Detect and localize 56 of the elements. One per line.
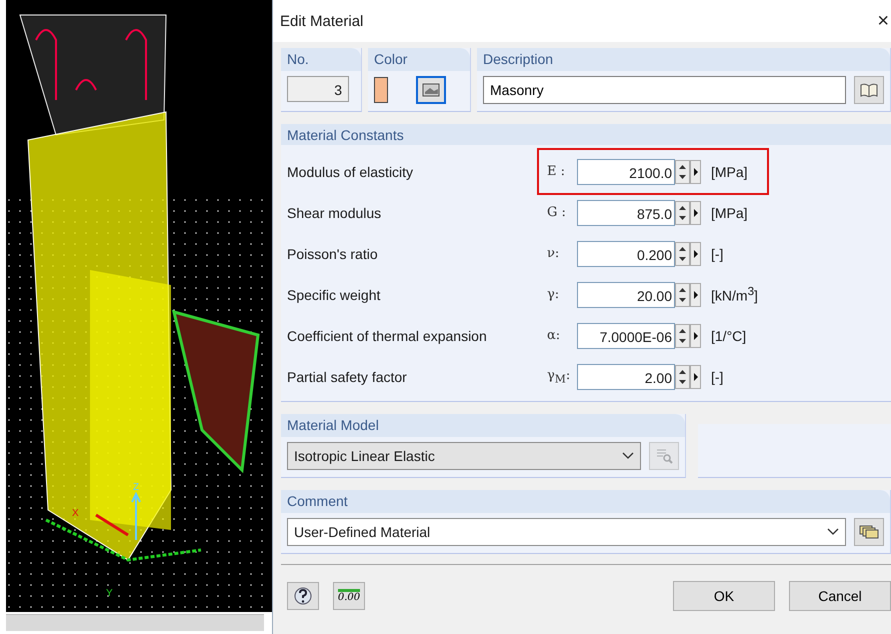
description-field[interactable]: Masonry [483, 76, 846, 104]
color-swatch[interactable] [374, 77, 388, 103]
number-field[interactable]: 3 [287, 76, 349, 102]
magnifier-icon [655, 448, 673, 464]
spin-arrows-icon[interactable] [675, 242, 701, 266]
symbol-label: ν: [547, 246, 560, 261]
unit-label: [-] [710, 246, 724, 262]
value-field[interactable]: 7.0000E-06 [577, 322, 675, 348]
spin-arrows-icon[interactable] [675, 282, 701, 306]
window-title: Edit Material [280, 12, 364, 30]
property-label: Poisson's ratio [286, 246, 379, 262]
section-title: Material Constants [281, 124, 891, 145]
help-button[interactable] [287, 582, 319, 610]
group-label: No. [281, 48, 361, 71]
unit-label: [1/°C] [710, 328, 748, 344]
group-label: Description [477, 48, 890, 71]
units-button[interactable]: 0.00 [333, 582, 365, 610]
library-button[interactable] [854, 76, 884, 104]
comment-dropdown[interactable]: User-Defined Material [287, 518, 846, 546]
book-icon [860, 83, 878, 97]
property-label: Shear modulus [286, 204, 382, 220]
value-field[interactable]: 20.00 [577, 282, 675, 308]
value-field[interactable]: 2100.0 [577, 158, 675, 184]
property-label: Coefficient of thermal expansion [286, 328, 488, 344]
value-field[interactable]: 2.00 [577, 364, 675, 390]
unit-label: [kN/m$^{3}$] [710, 285, 759, 304]
cancel-button[interactable]: Cancel [789, 581, 891, 611]
spin-arrows-icon[interactable] [675, 160, 701, 184]
group-label: Color [368, 48, 470, 71]
spin-arrows-icon[interactable] [675, 324, 701, 348]
unit-label: [MPa] [710, 204, 749, 220]
symbol-label: α: [547, 328, 562, 343]
symbol-label: γ$_{M}$: [547, 368, 572, 386]
stacked-windows-icon [859, 525, 879, 539]
dropdown-value: User-Defined Material [294, 524, 430, 540]
property-label: Partial safety factor [286, 368, 408, 384]
unit-label: [MPa] [710, 164, 749, 180]
symbol-label: γ: [547, 287, 560, 302]
property-label: Modulus of elasticity [286, 164, 414, 180]
symbol-label: G : [547, 205, 567, 220]
spin-arrows-icon[interactable] [675, 200, 701, 224]
ok-button[interactable]: OK [673, 581, 775, 611]
symbol-label: E : [547, 164, 566, 179]
group-label: Material Model [281, 414, 685, 437]
help-icon [293, 586, 313, 606]
unit-label: [-] [710, 368, 724, 384]
comment-library-button[interactable] [854, 518, 884, 546]
dropdown-value: Isotropic Linear Elastic [294, 448, 435, 464]
value-field[interactable]: 875.0 [577, 200, 675, 226]
value-field[interactable]: 0.200 [577, 240, 675, 266]
spin-arrows-icon[interactable] [675, 364, 701, 388]
chevron-down-icon[interactable] [827, 528, 839, 536]
group-label: Comment [281, 490, 890, 513]
3d-model-drawing: Z X Y [6, 0, 272, 612]
property-label: Specific weight [286, 286, 382, 302]
close-button[interactable]: × [877, 10, 891, 32]
